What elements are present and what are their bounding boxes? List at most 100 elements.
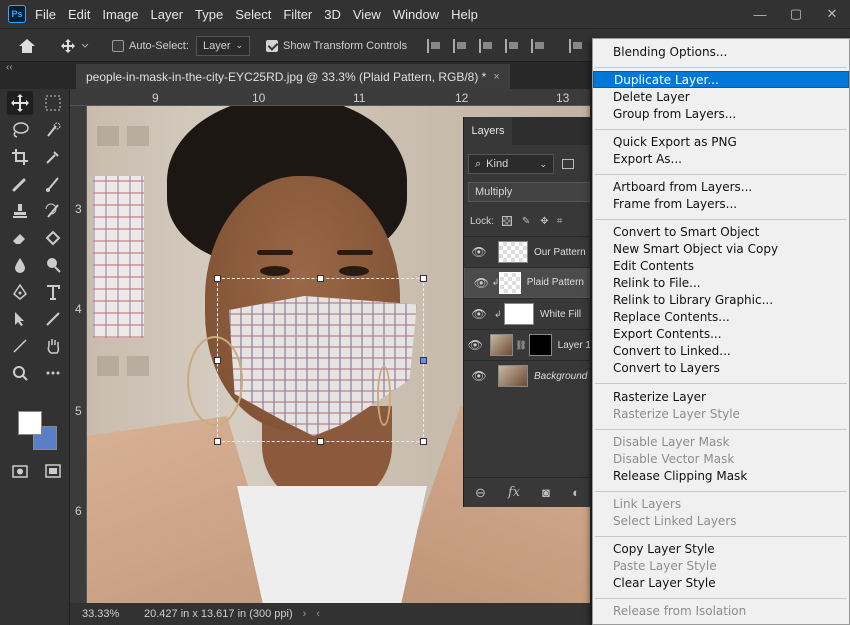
eyedropper-icon[interactable] [40,145,66,169]
link-icon[interactable]: ⊖ [475,485,486,501]
line-icon[interactable] [7,334,33,358]
menu-item-copy-layer-style[interactable]: Copy Layer Style [593,541,849,558]
menu-item-blending-options[interactable]: Blending Options... [593,44,849,61]
menu-item-artboard-from-layers[interactable]: Artboard from Layers... [593,179,849,196]
layer-row[interactable]: 👁 Background [464,360,590,391]
menu-item-convert-to-layers[interactable]: Convert to Layers [593,360,849,377]
blur-icon[interactable] [7,253,33,277]
filter-image-icon[interactable] [562,159,574,169]
tab-layers[interactable]: Layers [464,117,512,145]
history-brush-icon[interactable] [40,199,66,223]
menu-help[interactable]: Help [451,7,478,22]
healing-brush-icon[interactable] [7,172,33,196]
menu-item-convert-smart-object[interactable]: Convert to Smart Object [593,224,849,241]
fx-icon[interactable]: fx [508,485,520,500]
menu-view[interactable]: View [353,7,381,22]
transform-handle[interactable] [214,438,221,445]
align-center-icon[interactable] [453,38,467,53]
visibility-eye-icon[interactable]: 👁 [471,276,492,290]
layer-row-selected[interactable]: 👁 ↲ Plaid Pattern [464,267,590,298]
path-select-icon[interactable] [7,307,33,331]
menu-image[interactable]: Image [102,7,138,22]
menu-file[interactable]: File [35,7,56,22]
eraser-icon[interactable] [7,226,33,250]
home-icon[interactable] [18,29,36,62]
pen-icon[interactable] [7,280,33,304]
zoom-level[interactable]: 33.33% [82,608,142,620]
more-tools-icon[interactable] [40,361,66,385]
align-left-icon[interactable] [427,38,441,53]
auto-select-checkbox[interactable]: Auto-Select: [112,29,189,62]
marquee-icon[interactable] [40,91,66,115]
transform-handle[interactable] [214,357,221,364]
clone-stamp-icon[interactable] [7,199,33,223]
maximize-button[interactable]: ▢ [778,0,814,28]
menu-item-relink-to-library[interactable]: Relink to Library Graphic... [593,292,849,309]
hand-icon[interactable] [40,334,66,358]
align-right-icon[interactable] [479,38,493,53]
distribute-icon[interactable] [569,38,583,53]
crop-icon[interactable] [7,145,33,169]
auto-select-target-select[interactable]: Layer ⌄ [196,29,250,62]
lasso-icon[interactable] [7,118,33,142]
menu-edit[interactable]: Edit [68,7,90,22]
rectangle-icon[interactable] [40,307,66,331]
filter-kind-select[interactable]: ⌕ Kind ⌄ [468,154,554,174]
screen-mode-icon[interactable] [40,459,66,483]
chain-link-icon[interactable]: ⛓ [515,340,526,351]
menu-item-export-contents[interactable]: Export Contents... [593,326,849,343]
transform-bounding-box[interactable] [214,275,427,445]
move-icon[interactable] [7,91,33,115]
quick-select-icon[interactable] [40,118,66,142]
menu-item-export-as[interactable]: Export As... [593,151,849,168]
mask-icon[interactable]: ◙ [542,485,550,500]
menu-item-rasterize-layer[interactable]: Rasterize Layer [593,389,849,406]
visibility-eye-icon[interactable]: 👁 [464,245,494,259]
layer-row[interactable]: 👁 ⛓ Layer 1 [464,329,590,360]
menu-item-replace-contents[interactable]: Replace Contents... [593,309,849,326]
foreground-color-swatch[interactable] [18,411,42,435]
close-button[interactable]: ✕ [814,0,850,28]
transform-handle[interactable] [420,357,427,364]
transform-handle[interactable] [317,438,324,445]
align-top-icon[interactable] [505,38,519,53]
zoom-icon[interactable] [7,361,33,385]
lock-position-icon[interactable]: ✥ [540,216,548,227]
menu-3d[interactable]: 3D [324,7,341,22]
menu-type[interactable]: Type [195,7,223,22]
scroll-left-icon[interactable]: ‹ [316,608,320,620]
menu-layer[interactable]: Layer [151,7,184,22]
layer-row[interactable]: 👁 ↲ White Fill [464,298,590,329]
menu-window[interactable]: Window [393,7,439,22]
menu-item-edit-contents[interactable]: Edit Contents [593,258,849,275]
menu-item-frame-from-layers[interactable]: Frame from Layers... [593,196,849,213]
move-tool-preset-icon[interactable] [60,29,90,62]
show-transform-checkbox[interactable]: Show Transform Controls [266,29,407,62]
adjustment-icon[interactable]: ◐ [572,485,580,500]
quick-mask-icon[interactable] [7,459,33,483]
close-tab-icon[interactable]: × [493,71,499,83]
align-middle-icon[interactable] [531,38,545,53]
menu-item-release-clipping-mask[interactable]: Release Clipping Mask [593,468,849,485]
menu-item-group-from-layers[interactable]: Group from Layers... [593,106,849,123]
transform-handle[interactable] [420,438,427,445]
layer-row[interactable]: 👁 Our Pattern [464,236,590,267]
minimize-button[interactable]: — [742,0,778,28]
collapse-panels-icon[interactable]: ‹‹ [6,62,13,73]
menu-item-relink-to-file[interactable]: Relink to File... [593,275,849,292]
visibility-eye-icon[interactable]: 👁 [464,369,494,383]
menu-item-quick-export-png[interactable]: Quick Export as PNG [593,134,849,151]
lock-artboard-icon[interactable]: ⌗ [557,216,563,227]
menu-item-new-smart-object-copy[interactable]: New Smart Object via Copy [593,241,849,258]
status-arrow-right-icon[interactable]: › [303,608,307,620]
menu-item-delete-layer[interactable]: Delete Layer [593,89,849,106]
paint-bucket-icon[interactable] [40,226,66,250]
visibility-eye-icon[interactable]: 👁 [464,307,494,321]
transform-handle[interactable] [317,275,324,282]
transform-handle[interactable] [420,275,427,282]
brush-icon[interactable] [40,172,66,196]
menu-item-convert-to-linked[interactable]: Convert to Linked... [593,343,849,360]
menu-item-duplicate-layer[interactable]: Duplicate Layer... [593,71,849,88]
lock-transparent-icon[interactable] [501,216,512,226]
visibility-eye-icon[interactable]: 👁 [464,338,486,352]
